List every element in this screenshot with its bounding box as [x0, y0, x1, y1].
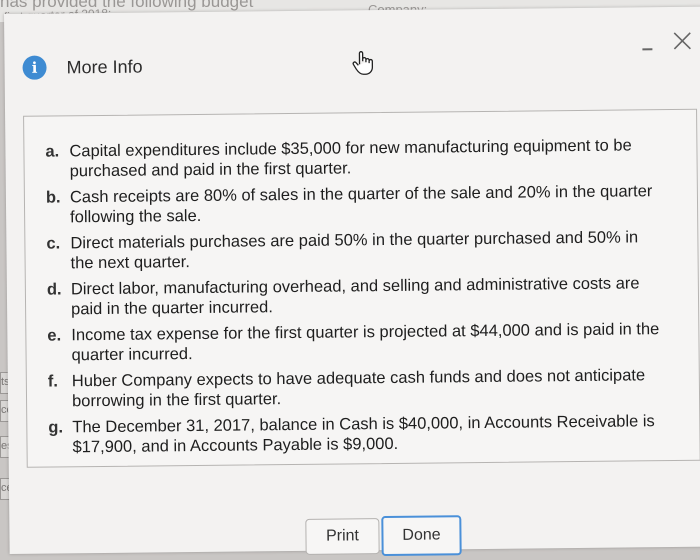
list-item-letter: a.: [45, 142, 60, 161]
list-item-text: Huber Company expects to have adequate c…: [71, 366, 646, 411]
list-item-text: Capital expenditures include $35,000 for…: [69, 136, 632, 181]
list-item: d. Direct labor, manufacturing overhead,…: [41, 273, 661, 319]
list-item-text: Income tax expense for the first quarter…: [71, 320, 660, 365]
list-item-letter: g.: [48, 418, 64, 437]
list-item-text: The December 31, 2017, balance in Cash i…: [72, 412, 655, 457]
list-item-letter: b.: [45, 188, 61, 207]
dialog-titlebar: i More Info: [4, 7, 700, 109]
list-item: b. Cash receipts are 80% of sales in the…: [40, 181, 660, 227]
list-item: a. Capital expenditures include $35,000 …: [39, 135, 659, 181]
list-item-letter: c.: [46, 234, 61, 253]
more-info-dialog: i More Info a. Capital expenditures incl…: [4, 6, 700, 557]
hand-pointer-icon: [352, 51, 374, 75]
list-item-letter: f.: [47, 372, 59, 391]
info-list: a. Capital expenditures include $35,000 …: [39, 135, 662, 463]
list-item-letter: d.: [46, 280, 62, 299]
print-button[interactable]: Print: [305, 518, 380, 555]
done-button[interactable]: Done: [381, 515, 462, 557]
info-icon: i: [22, 55, 47, 80]
list-item: f. Huber Company expects to have adequat…: [42, 365, 662, 411]
close-icon[interactable]: [670, 29, 694, 53]
list-item: g. The December 31, 2017, balance in Cas…: [42, 411, 662, 457]
minimize-button[interactable]: [640, 40, 654, 54]
list-item-text: Direct labor, manufacturing overhead, an…: [70, 274, 640, 319]
list-item: e. Income tax expense for the first quar…: [41, 319, 661, 365]
list-item: c. Direct materials purchases are paid 5…: [40, 227, 660, 273]
dialog-title: More Info: [66, 56, 143, 78]
list-item-letter: e.: [47, 326, 62, 345]
list-item-text: Cash receipts are 80% of sales in the qu…: [69, 182, 653, 227]
list-item-text: Direct materials purchases are paid 50% …: [70, 228, 639, 273]
